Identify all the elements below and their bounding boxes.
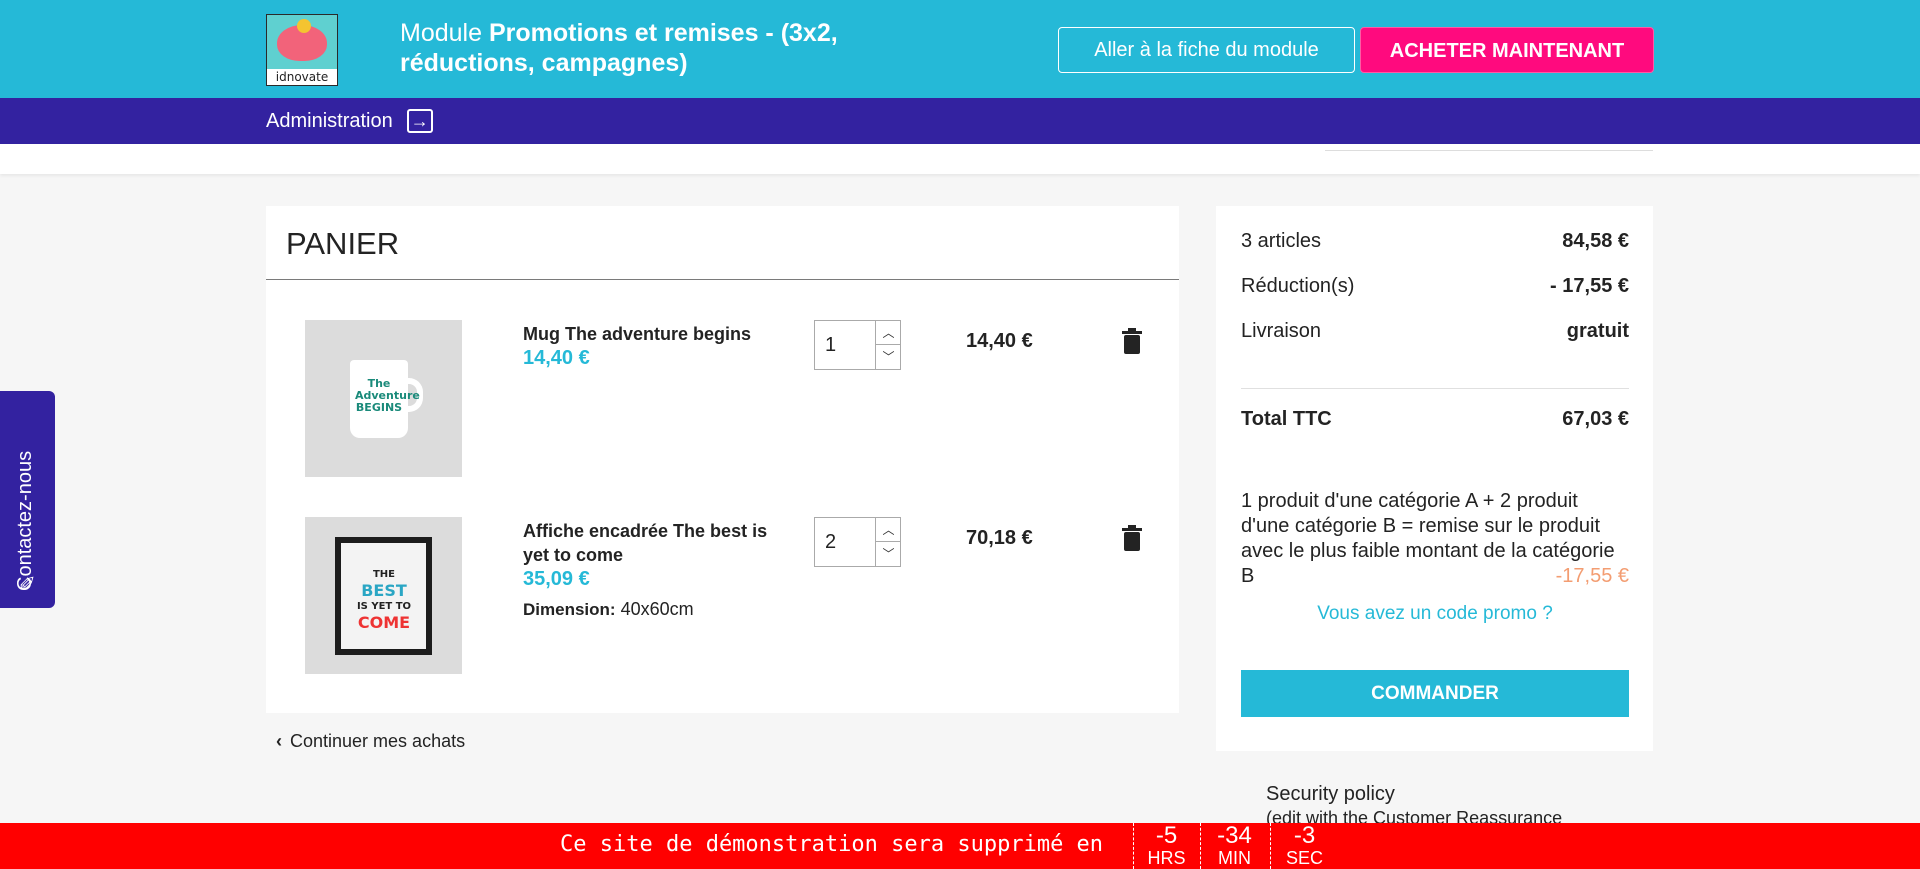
product-unit-price: 14,40 € <box>523 347 590 369</box>
buy-now-button[interactable]: ACHETER MAINTENANT <box>1360 27 1654 73</box>
quantity-input[interactable] <box>815 321 875 369</box>
quantity-stepper: ︿ ﹀ <box>814 517 901 567</box>
line-total: 14,40 € <box>966 330 1033 352</box>
countdown-hours-value: -5 <box>1155 822 1178 849</box>
cart-divider <box>266 279 1179 280</box>
quantity-increase-button[interactable]: ︿ <box>875 321 901 345</box>
summary-total-row: Total TTC 67,03 € <box>1241 408 1629 431</box>
articles-label: 3 articles <box>1241 230 1322 252</box>
product-name[interactable]: Affiche encadrée The best is yet to come <box>523 519 793 567</box>
total-value: 67,03 € <box>1562 408 1629 430</box>
reduction-label: Réduction(s) <box>1241 275 1355 297</box>
sign-in-icon <box>406 108 433 134</box>
quantity-decrease-button[interactable]: ﹀ <box>875 345 901 369</box>
countdown-seconds: -3 SEC <box>1270 823 1338 869</box>
attribute-label: Dimension: <box>523 600 616 619</box>
cart-title: PANIER <box>286 226 400 261</box>
product-image[interactable]: THE BEST IS YET TO COME <box>305 517 462 674</box>
chevron-left-icon: ‹ <box>276 731 282 751</box>
administration-link[interactable]: Administration <box>266 108 433 134</box>
product-unit-price: 35,09 € <box>523 568 590 590</box>
countdown-minutes-value: -34 <box>1217 822 1252 849</box>
quantity-input[interactable] <box>815 518 875 566</box>
checkout-button[interactable]: COMMANDER <box>1241 670 1629 717</box>
shipping-label: Livraison <box>1241 320 1322 342</box>
countdown-minutes: -34 MIN <box>1200 823 1268 869</box>
countdown-minutes-unit: MIN <box>1218 848 1251 868</box>
cart-panel: PANIER The Adventure BEGINS Mug The adve… <box>266 206 1179 713</box>
countdown-seconds-value: -3 <box>1293 822 1316 849</box>
pencil-icon: ✎ <box>16 574 40 591</box>
applied-promotion: 1 produit d'une catégorie A + 2 produit … <box>1241 489 1629 589</box>
cart-item: The Adventure BEGINS Mug The adventure b… <box>266 320 1179 480</box>
product-name[interactable]: Mug The adventure begins <box>523 322 793 346</box>
module-page-button[interactable]: Aller à la fiche du module <box>1058 27 1355 73</box>
line-total: 70,18 € <box>966 527 1033 549</box>
module-title: Module Promotions et remises - (3x2, réd… <box>400 18 920 78</box>
cart-summary: 3 articles 84,58 € Réduction(s) - 17,55 … <box>1216 206 1653 751</box>
quantity-increase-button[interactable]: ︿ <box>875 518 901 542</box>
reassurance-title: Security policy <box>1266 783 1395 805</box>
shipping-value: gratuit <box>1566 320 1629 342</box>
coin-icon <box>297 19 311 33</box>
module-title-prefix: Module <box>400 19 489 47</box>
header-divider <box>1325 150 1653 151</box>
poster-illustration: THE BEST IS YET TO COME <box>335 537 432 655</box>
continue-shopping-label: Continuer mes achats <box>290 731 466 751</box>
product-info: Affiche encadrée The best is yet to come… <box>523 519 793 591</box>
contact-us-tab[interactable]: Contactez-nous ✎ <box>0 391 55 608</box>
product-attribute: Dimension: 40x60cm <box>523 599 694 620</box>
reduction-value: - 17,55 € <box>1550 275 1629 297</box>
promotion-amount: -17,55 € <box>1555 565 1629 587</box>
quantity-stepper: ︿ ﹀ <box>814 320 901 370</box>
countdown-message: Ce site de démonstration sera supprimé e… <box>560 832 1104 857</box>
trash-icon[interactable] <box>1122 328 1142 354</box>
countdown-hours: -5 HRS <box>1133 823 1199 869</box>
administration-label: Administration <box>266 110 393 132</box>
quantity-decrease-button[interactable]: ﹀ <box>875 542 901 566</box>
product-image[interactable]: The Adventure BEGINS <box>305 320 462 477</box>
demo-countdown-bar: Ce site de démonstration sera supprimé e… <box>0 823 1920 869</box>
admin-bar: Administration <box>0 98 1920 144</box>
countdown-hours-unit: HRS <box>1147 848 1186 868</box>
summary-reduction-row: Réduction(s) - 17,55 € <box>1241 275 1629 298</box>
promo-code-link[interactable]: Vous avez un code promo ? <box>1241 603 1629 625</box>
logo-text: idnovate <box>267 69 337 85</box>
summary-divider <box>1241 388 1629 389</box>
mug-print: The Adventure BEGINS <box>355 377 420 414</box>
countdown-seconds-unit: SEC <box>1285 848 1323 868</box>
summary-shipping-row: Livraison gratuit <box>1241 320 1629 343</box>
total-label: Total TTC <box>1241 408 1332 430</box>
poster-print: THE BEST IS YET TO COME <box>356 569 412 632</box>
trash-icon[interactable] <box>1122 525 1142 551</box>
articles-value: 84,58 € <box>1562 230 1629 252</box>
continue-shopping-link[interactable]: ‹ Continuer mes achats <box>276 731 465 752</box>
module-promo-bar: idnovate Module Promotions et remises - … <box>0 0 1920 98</box>
cart-item: THE BEST IS YET TO COME Affiche encadrée… <box>266 517 1179 677</box>
module-logo[interactable]: idnovate <box>266 14 338 86</box>
shop-header <box>0 144 1920 174</box>
summary-articles-row: 3 articles 84,58 € <box>1241 230 1629 253</box>
product-info: Mug The adventure begins 14,40 € <box>523 322 793 370</box>
attribute-value: 40x60cm <box>620 599 694 619</box>
